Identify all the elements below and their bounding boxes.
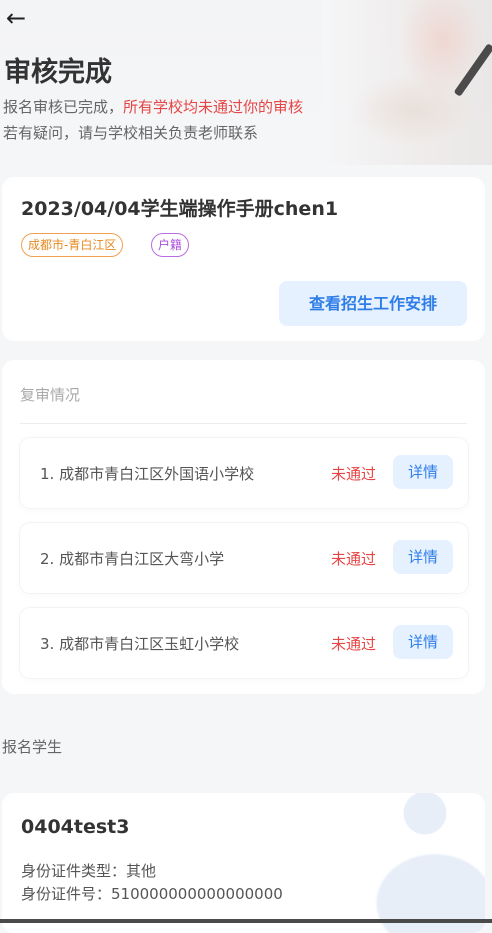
details-button[interactable]: 详情 <box>393 625 453 659</box>
students-section-label: 报名学生 <box>2 738 63 756</box>
application-title: 2023/04/04学生端操作手册chen1 <box>21 198 339 220</box>
view-enrollment-schedule-button[interactable]: 查看招生工作安排 <box>279 281 467 326</box>
details-button[interactable]: 详情 <box>393 455 453 489</box>
status-badge: 未通过 <box>331 550 377 568</box>
details-button[interactable]: 详情 <box>393 540 453 574</box>
status-badge: 未通过 <box>331 635 377 653</box>
review-card: 复审情况 1. 成都市青白江区外国语小学校 未通过 详情 2. 成都市青白江区大… <box>2 360 485 694</box>
id-type: 身份证件类型：其他 <box>21 862 157 880</box>
status-message-prefix: 报名审核已完成， <box>3 98 124 116</box>
contact-hint: 若有疑问，请与学校相关负责老师联系 <box>3 124 259 142</box>
id-number: 身份证件号：510000000000000000 <box>21 885 283 903</box>
status-badge: 未通过 <box>331 465 377 483</box>
region-tag: 成都市-青白江区 <box>21 233 124 257</box>
student-name: 0404test3 <box>21 816 130 838</box>
back-arrow-icon[interactable]: ← <box>6 6 34 32</box>
status-message-highlight: 所有学校均未通过你的审核 <box>123 98 304 116</box>
household-tag: 户籍 <box>151 233 190 257</box>
status-message: 报名审核已完成，所有学校均未通过你的审核 <box>3 96 303 117</box>
school-row: 1. 成都市青白江区外国语小学校 未通过 详情 <box>20 438 468 508</box>
school-name: 3. 成都市青白江区玉虹小学校 <box>40 635 240 653</box>
divider <box>20 423 467 424</box>
student-card[interactable]: 0404test3 身份证件类型：其他 身份证件号：51000000000000… <box>2 793 485 933</box>
pen-illustration-icon <box>453 43 492 97</box>
school-name: 2. 成都市青白江区大弯小学 <box>40 550 225 568</box>
school-row: 2. 成都市青白江区大弯小学 未通过 详情 <box>20 523 468 593</box>
page-title: 审核完成 <box>4 57 112 88</box>
person-illustration-icon <box>345 793 485 933</box>
school-name: 1. 成都市青白江区外国语小学校 <box>40 465 255 483</box>
header-illustration <box>322 0 492 165</box>
bottom-edge <box>0 919 492 923</box>
application-card: 2023/04/04学生端操作手册chen1 成都市-青白江区 户籍 查看招生工… <box>2 177 485 341</box>
school-row: 3. 成都市青白江区玉虹小学校 未通过 详情 <box>20 608 468 678</box>
review-section-label: 复审情况 <box>20 386 81 404</box>
